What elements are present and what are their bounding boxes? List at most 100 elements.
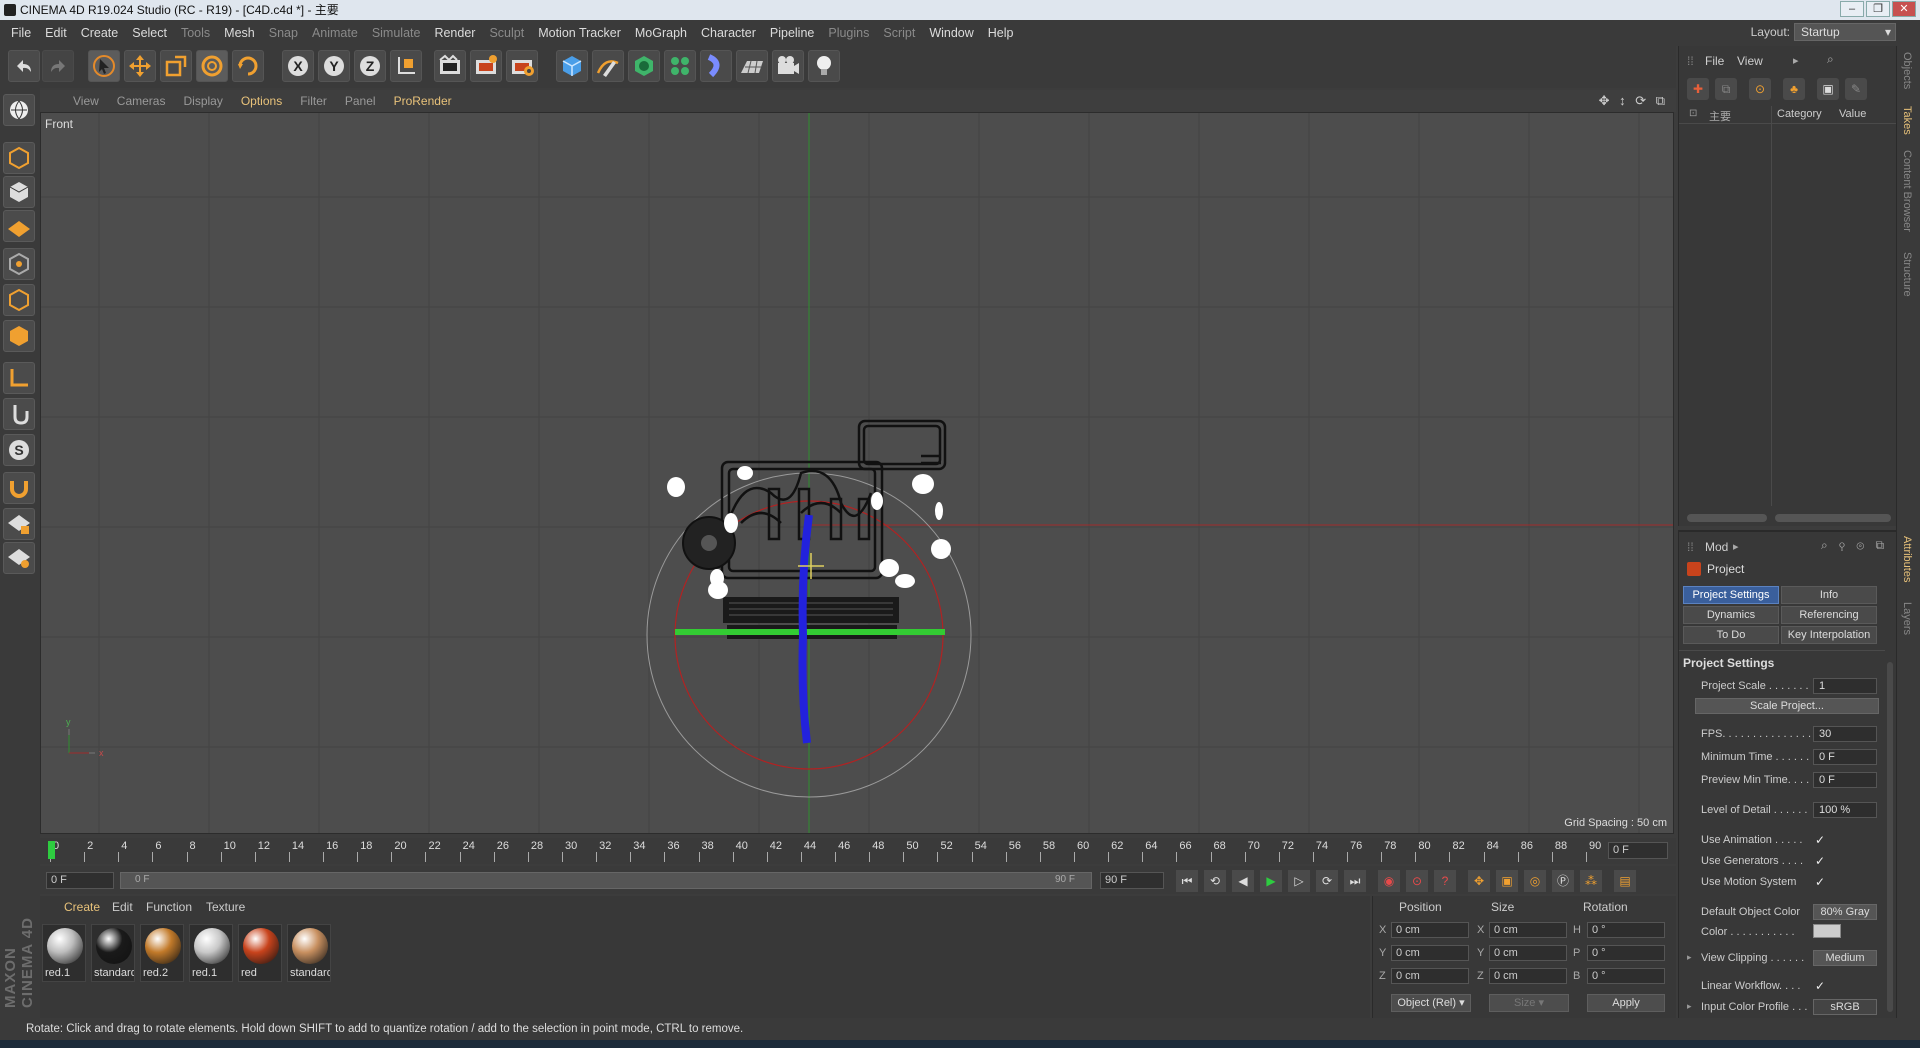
camera-button[interactable] <box>772 50 804 82</box>
spline-pen-button[interactable] <box>592 50 624 82</box>
project-scale-field[interactable]: 1 <box>1813 678 1877 694</box>
side-tab-attributes[interactable]: Attributes <box>1901 536 1913 582</box>
record-icon[interactable]: ◉ <box>1378 870 1400 892</box>
play-icon[interactable]: ▶ <box>1260 870 1282 892</box>
key-pla-icon[interactable]: ⁂ <box>1580 870 1602 892</box>
menu-render[interactable]: Render <box>427 26 482 40</box>
autokey-icon[interactable]: ⊙ <box>1406 870 1428 892</box>
frame-range-slider[interactable]: 0 F 90 F <box>120 872 1092 889</box>
render-picture-viewer-button[interactable] <box>470 50 502 82</box>
viewport-front[interactable]: y x Front Grid Spacing : 50 cm <box>40 112 1674 834</box>
rotate-tool-button[interactable] <box>196 50 228 82</box>
menu-animate[interactable]: Animate <box>305 26 365 40</box>
next-key-icon[interactable]: ⟳ <box>1316 870 1338 892</box>
use-motion-system-checkbox[interactable]: ✓ <box>1815 876 1827 888</box>
z-axis-lock-button[interactable]: Z <box>354 50 386 82</box>
render-view-button[interactable] <box>434 50 466 82</box>
take-lock-icon[interactable]: ✎ <box>1845 78 1867 100</box>
take-add-icon[interactable]: ✚ <box>1687 78 1709 100</box>
size-x-field[interactable]: 0 cm <box>1489 922 1567 938</box>
tab-dynamics[interactable]: Dynamics <box>1683 606 1779 624</box>
viewport-menu-cameras[interactable]: Cameras <box>108 94 175 108</box>
start-frame-field[interactable]: 0 F <box>46 872 114 889</box>
attr-menu-mode[interactable]: Mod <box>1705 540 1728 554</box>
material-menu-create[interactable]: Create <box>64 900 100 914</box>
menu-motion-tracker[interactable]: Motion Tracker <box>531 26 628 40</box>
move-tool-button[interactable] <box>124 50 156 82</box>
scale-tool-button[interactable] <box>160 50 192 82</box>
rot-h-field[interactable]: 0 ° <box>1587 922 1665 938</box>
rot-b-field[interactable]: 0 ° <box>1587 968 1665 984</box>
texture-mode-button[interactable] <box>3 176 35 208</box>
preview-min-time-field[interactable]: 0 F <box>1813 772 1877 788</box>
snapping-button[interactable]: S <box>3 434 35 466</box>
menu-simulate[interactable]: Simulate <box>365 26 428 40</box>
previous-key-icon[interactable]: ⟲ <box>1204 870 1226 892</box>
use-animation-checkbox[interactable]: ✓ <box>1815 834 1827 846</box>
edges-mode-button[interactable] <box>3 284 35 316</box>
scale-project-button[interactable]: Scale Project... <box>1695 698 1879 714</box>
redo-button[interactable] <box>42 50 74 82</box>
min-time-field[interactable]: 0 F <box>1813 749 1877 765</box>
tab-key-interpolation[interactable]: Key Interpolation <box>1781 626 1877 644</box>
default-object-color-select[interactable]: 80% Gray <box>1813 904 1877 920</box>
material-swatch[interactable]: red <box>238 924 282 982</box>
current-frame-field[interactable]: 0 F <box>1608 842 1668 859</box>
pos-x-field[interactable]: 0 cm <box>1391 922 1469 938</box>
menu-help[interactable]: Help <box>981 26 1021 40</box>
planar-workplane-button[interactable] <box>3 542 35 574</box>
side-tab-layers[interactable]: Layers <box>1901 602 1913 635</box>
side-tab-content-browser[interactable]: Content Browser <box>1901 150 1913 232</box>
fps-field[interactable]: 30 <box>1813 726 1877 742</box>
view-clipping-expand-icon[interactable]: ▸ <box>1687 952 1692 963</box>
viewport-menu-view[interactable]: View <box>64 94 108 108</box>
side-tab-objects[interactable]: Objects <box>1901 52 1913 89</box>
menu-sculpt[interactable]: Sculpt <box>482 26 531 40</box>
rot-p-field[interactable]: 0 ° <box>1587 945 1665 961</box>
size-mode-select[interactable]: Size ▾ <box>1489 994 1569 1012</box>
objects-scrollbar-left[interactable] <box>1687 514 1767 522</box>
take-copy-icon[interactable]: ⧉ <box>1715 78 1737 100</box>
axis-mode-button[interactable] <box>3 362 35 394</box>
menu-script[interactable]: Script <box>876 26 922 40</box>
previous-frame-icon[interactable]: ◀ <box>1232 870 1254 892</box>
key-rotation-icon[interactable]: ◎ <box>1524 870 1546 892</box>
menu-mesh[interactable]: Mesh <box>217 26 262 40</box>
menu-window[interactable]: Window <box>922 26 980 40</box>
tab-referencing[interactable]: Referencing <box>1781 606 1877 624</box>
coordinate-system-button[interactable] <box>390 50 422 82</box>
select-tool-button[interactable] <box>88 50 120 82</box>
input-profile-expand-icon[interactable]: ▸ <box>1687 1001 1692 1012</box>
tweak-mode-button[interactable] <box>3 398 35 430</box>
menu-snap[interactable]: Snap <box>262 26 305 40</box>
objects-scrollbar-right[interactable] <box>1775 514 1891 522</box>
material-menu-edit[interactable]: Edit <box>112 900 133 914</box>
viewport-menu-display[interactable]: Display <box>174 94 231 108</box>
pos-z-field[interactable]: 0 cm <box>1391 968 1469 984</box>
render-settings-button[interactable] <box>506 50 538 82</box>
playhead-marker[interactable] <box>48 841 55 859</box>
subdivision-surface-button[interactable] <box>628 50 660 82</box>
menu-pipeline[interactable]: Pipeline <box>763 26 821 40</box>
attr-menu-more-icon[interactable]: ▸ <box>1733 540 1739 553</box>
take-override-icon[interactable]: ⊙ <box>1749 78 1771 100</box>
menu-mograph[interactable]: MoGraph <box>628 26 694 40</box>
objects-menu-more-icon[interactable]: ▸ <box>1793 54 1799 67</box>
material-swatch[interactable]: standard <box>287 924 331 982</box>
make-editable-button[interactable] <box>3 94 35 126</box>
model-mode-button[interactable] <box>3 142 35 174</box>
end-frame-field[interactable]: 90 F <box>1100 872 1164 889</box>
y-axis-lock-button[interactable]: Y <box>318 50 350 82</box>
menu-select[interactable]: Select <box>125 26 174 40</box>
objects-search-icon[interactable]: ⌕ <box>1827 52 1834 67</box>
points-mode-button[interactable] <box>3 248 35 280</box>
linear-workflow-checkbox[interactable]: ✓ <box>1815 980 1827 992</box>
next-frame-icon[interactable]: ▷ <box>1288 870 1310 892</box>
use-generators-checkbox[interactable]: ✓ <box>1815 855 1827 867</box>
workplane-button[interactable] <box>3 210 35 242</box>
take-auto-icon[interactable]: ♣ <box>1783 78 1805 100</box>
menu-file[interactable]: File <box>4 26 38 40</box>
material-swatch[interactable]: red.1 <box>42 924 86 982</box>
key-position-icon[interactable]: ✥ <box>1468 870 1490 892</box>
material-menu-function[interactable]: Function <box>146 900 192 914</box>
